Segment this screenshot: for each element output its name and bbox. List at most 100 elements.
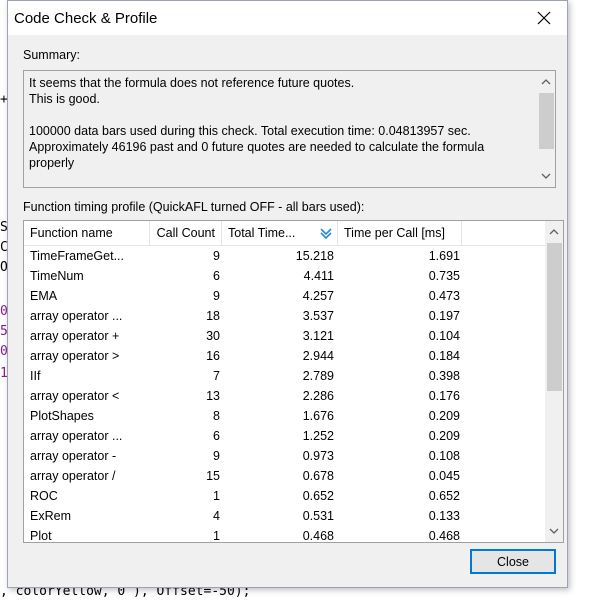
- column-header-total-time-label: Total Time...: [228, 226, 296, 240]
- total-time-cell: 1.252: [302, 429, 334, 443]
- dialog-title: Code Check & Profile: [14, 10, 158, 27]
- function-name-cell: ROC: [30, 489, 58, 503]
- time-per-call-cell: 1.691: [428, 249, 460, 263]
- summary-line: 100000 data bars used during this check.…: [29, 124, 471, 138]
- total-time-cell: 0.678: [302, 469, 334, 483]
- call-count-cell: 7: [213, 369, 220, 383]
- table-row[interactable]: array operator > 16 2.944 0.184: [24, 346, 547, 366]
- chevron-up-icon: [541, 79, 551, 85]
- column-header-time-per-call[interactable]: Time per Call [ms]: [338, 221, 462, 245]
- scroll-down-button[interactable]: [545, 522, 563, 540]
- total-time-cell: 0.468: [302, 529, 334, 543]
- chevron-down-icon: [541, 173, 551, 179]
- total-time-cell: 3.537: [302, 309, 334, 323]
- total-time-cell: 15.218: [295, 249, 334, 263]
- call-count-cell: 15: [206, 469, 220, 483]
- time-per-call-cell: 0.104: [428, 329, 460, 343]
- table-row[interactable]: array operator < 13 2.286 0.176: [24, 386, 547, 406]
- function-name-cell: array operator -: [30, 449, 117, 463]
- scroll-down-button[interactable]: [537, 167, 555, 185]
- total-time-cell: 3.121: [302, 329, 334, 343]
- scroll-up-button[interactable]: [537, 73, 555, 91]
- function-name-cell: ExRem: [30, 509, 71, 523]
- summary-line: Approximately 46196 past and 0 future qu…: [29, 140, 485, 154]
- summary-line: This is good.: [29, 92, 100, 106]
- table-row[interactable]: IIf 7 2.789 0.398: [24, 366, 547, 386]
- profile-label: Function timing profile (QuickAFL turned…: [23, 200, 365, 214]
- call-count-cell: 1: [213, 529, 220, 543]
- table-row[interactable]: TimeNum 6 4.411 0.735: [24, 266, 547, 286]
- function-name-cell: array operator /: [30, 469, 116, 483]
- close-button[interactable]: Close: [470, 549, 556, 574]
- function-name-cell: TimeFrameGet...: [30, 249, 124, 263]
- sort-descending-icon: [320, 228, 332, 240]
- function-name-cell: PlotShapes: [30, 409, 94, 423]
- call-count-cell: 9: [213, 249, 220, 263]
- scroll-thumb[interactable]: [539, 93, 554, 149]
- call-count-cell: 1: [213, 489, 220, 503]
- column-header-call-count[interactable]: Call Count: [150, 221, 222, 245]
- time-per-call-cell: 0.652: [428, 489, 460, 503]
- summary-textbox[interactable]: It seems that the formula does not refer…: [23, 70, 556, 188]
- table-row[interactable]: array operator / 15 0.678 0.045: [24, 466, 547, 486]
- table-header: Function name Call Count Total Time... T…: [24, 221, 547, 246]
- time-per-call-cell: 0.209: [428, 429, 460, 443]
- call-count-cell: 9: [213, 449, 220, 463]
- timing-profile-table[interactable]: Function name Call Count Total Time... T…: [23, 220, 564, 543]
- total-time-cell: 4.411: [303, 269, 334, 283]
- table-row[interactable]: array operator + 30 3.121 0.104: [24, 326, 547, 346]
- code-check-dialog: Code Check & Profile Summary: It seems t…: [7, 0, 568, 588]
- table-row[interactable]: array operator ... 6 1.252 0.209: [24, 426, 547, 446]
- time-per-call-cell: 0.184: [428, 349, 460, 363]
- time-per-call-cell: 0.468: [428, 529, 460, 543]
- table-row[interactable]: array operator ... 18 3.537 0.197: [24, 306, 547, 326]
- close-icon: [537, 11, 551, 25]
- close-window-button[interactable]: [521, 1, 567, 35]
- column-header-total-time[interactable]: Total Time...: [222, 221, 338, 245]
- time-per-call-cell: 0.045: [428, 469, 460, 483]
- time-per-call-cell: 0.735: [428, 269, 460, 283]
- chevron-down-icon: [549, 528, 559, 534]
- total-time-cell: 4.257: [302, 289, 334, 303]
- time-per-call-cell: 0.197: [428, 309, 460, 323]
- call-count-cell: 6: [213, 269, 220, 283]
- total-time-cell: 2.789: [302, 369, 334, 383]
- call-count-cell: 9: [213, 289, 220, 303]
- total-time-cell: 0.652: [302, 489, 334, 503]
- time-per-call-cell: 0.133: [428, 509, 460, 523]
- time-per-call-cell: 0.209: [428, 409, 460, 423]
- table-body: TimeFrameGet... 9 15.218 1.691 TimeNum 6 4.411…: [24, 246, 547, 543]
- chevron-up-icon: [549, 229, 559, 235]
- total-time-cell: 2.286: [302, 389, 334, 403]
- time-per-call-cell: 0.176: [428, 389, 460, 403]
- title-bar: Code Check & Profile: [8, 1, 567, 35]
- time-per-call-cell: 0.108: [428, 449, 460, 463]
- table-row[interactable]: PlotShapes 8 1.676 0.209: [24, 406, 547, 426]
- table-row[interactable]: TimeFrameGet... 9 15.218 1.691: [24, 246, 547, 266]
- summary-text: It seems that the formula does not refer…: [29, 75, 534, 171]
- scroll-up-button[interactable]: [545, 223, 563, 241]
- scroll-thumb[interactable]: [547, 243, 562, 391]
- call-count-cell: 6: [213, 429, 220, 443]
- call-count-cell: 16: [206, 349, 220, 363]
- table-row[interactable]: array operator - 9 0.973 0.108: [24, 446, 547, 466]
- function-name-cell: array operator ...: [30, 309, 123, 323]
- function-name-cell: IIf: [30, 369, 41, 383]
- column-header-function-name[interactable]: Function name: [24, 221, 150, 245]
- table-row[interactable]: ROC 1 0.652 0.652: [24, 486, 547, 506]
- table-row[interactable]: EMA 9 4.257 0.473: [24, 286, 547, 306]
- function-name-cell: TimeNum: [30, 269, 84, 283]
- total-time-cell: 1.676: [302, 409, 334, 423]
- call-count-cell: 4: [213, 509, 220, 523]
- summary-scrollbar[interactable]: [537, 71, 555, 187]
- summary-line: properly: [29, 156, 75, 170]
- table-scrollbar[interactable]: [545, 221, 563, 542]
- total-time-cell: 0.973: [302, 449, 334, 463]
- function-name-cell: array operator >: [30, 349, 120, 363]
- function-name-cell: array operator ...: [30, 429, 123, 443]
- call-count-cell: 13: [206, 389, 220, 403]
- time-per-call-cell: 0.473: [428, 289, 460, 303]
- function-name-cell: array operator +: [30, 329, 120, 343]
- table-row[interactable]: ExRem 4 0.531 0.133: [24, 506, 547, 526]
- table-row[interactable]: Plot 1 0.468 0.468: [24, 526, 547, 543]
